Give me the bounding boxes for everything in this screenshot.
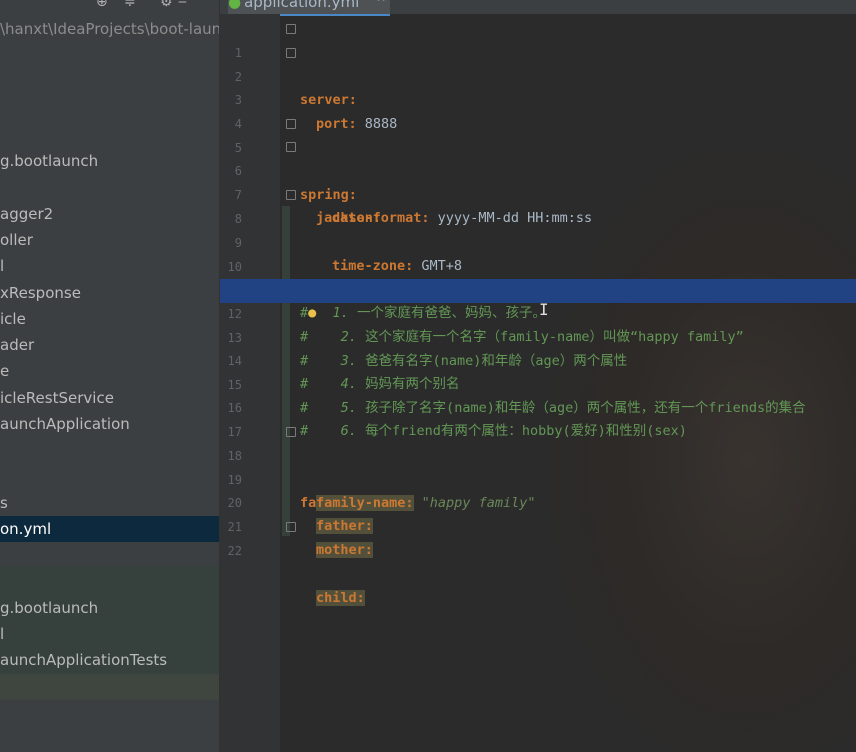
code-line[interactable]: 13 # 3. 爸爸有名字(name)和年龄（age）两个属性 <box>220 303 856 370</box>
tree-item-reader[interactable]: ader <box>0 332 219 358</box>
code-line[interactable]: 6 jackson: <box>220 136 856 226</box>
code-line[interactable]: 14 # 4. 妈妈有两个别名 <box>220 326 856 393</box>
editor[interactable]: ●application.yml ✕ 1 server: 2 port: 888… <box>220 0 856 752</box>
code-line[interactable]: 21 mother: <box>220 492 856 559</box>
tree-item-application-yml[interactable]: on.yml <box>0 516 219 542</box>
fold-icon[interactable] <box>286 522 296 532</box>
hide-icon[interactable]: ‒ <box>178 0 187 10</box>
fold-icon[interactable] <box>286 119 296 129</box>
tree-item-applicationtests[interactable]: aunchApplicationTests <box>0 647 219 673</box>
code-line[interactable]: 10 <box>220 232 856 274</box>
code-line[interactable]: 8 time-zone: GMT+8 <box>220 184 856 274</box>
code-line-selected[interactable]: 12 # 2. 这个家庭有一个名字（family-name）叫做“happy f… <box>220 279 856 345</box>
code-line[interactable]: 7 date-format: yyyy-MM-dd HH:mm:ss <box>220 160 856 227</box>
fold-icon[interactable] <box>286 142 296 152</box>
tree-item-article[interactable]: icle <box>0 306 219 332</box>
project-path: \hanxt\IdeaProjects\boot-laun <box>0 20 220 38</box>
bottom-strip <box>0 674 219 700</box>
code-line[interactable]: 16 # 6. 每个friend有两个属性：hobby(爱好)和性别(sex) <box>220 373 856 440</box>
fold-icon[interactable] <box>286 190 296 200</box>
target-icon[interactable]: ⊕ <box>96 0 108 10</box>
gear-icon[interactable]: ⚙ <box>160 0 173 10</box>
code-line[interactable]: 2 port: 8888 <box>220 42 856 132</box>
code-line[interactable]: 1 server: <box>220 18 856 108</box>
tab-label: application.yml <box>244 0 360 11</box>
code-line[interactable]: 4 <box>220 89 856 131</box>
project-panel: ⊕ ≑ ⚙ ‒ \hanxt\IdeaProjects\boot-laun g.… <box>0 0 220 752</box>
code-line[interactable]: 3 <box>220 65 856 107</box>
tree-item-articlerestservice[interactable]: icleRestService <box>0 385 219 411</box>
collapse-icon[interactable]: ≑ <box>124 0 136 10</box>
tab-bar: ●application.yml ✕ <box>220 0 856 16</box>
code-line[interactable]: 5 spring: <box>220 113 856 203</box>
project-toolbar: ⊕ ≑ ⚙ ‒ <box>0 0 219 12</box>
code-line[interactable]: 11 #● 1. 一个家庭有爸爸、妈妈、孩子。 <box>220 255 856 322</box>
tree-item-bootlaunchapplication[interactable]: aunchApplication <box>0 411 219 437</box>
tree-item-swagger2[interactable]: agger2 <box>0 201 219 227</box>
tree-item-model[interactable]: l <box>0 253 219 279</box>
fold-icon[interactable] <box>286 24 296 34</box>
line-number: 22 <box>227 543 242 558</box>
yaml-key: child: <box>316 589 365 606</box>
tree-item-package[interactable]: g.bootlaunch <box>0 148 219 174</box>
yaml-key: mother: <box>316 542 373 559</box>
code-line[interactable]: 19 family-name: "happy family" <box>220 445 856 512</box>
code-line[interactable]: 22 child: <box>220 516 856 606</box>
code-line[interactable]: 18 family: <box>220 421 856 511</box>
fold-icon[interactable] <box>286 427 296 437</box>
code-line[interactable]: 17 <box>220 397 856 439</box>
tree-item-controller[interactable]: oller <box>0 227 219 253</box>
tree-item-resources[interactable]: s <box>0 490 219 516</box>
fold-icon[interactable] <box>286 48 296 58</box>
code-line[interactable]: 20 father: <box>220 468 856 535</box>
code-line[interactable]: 9 <box>220 208 856 250</box>
tree-item-test-package[interactable]: g.bootlaunch <box>0 595 219 621</box>
tree-item-service[interactable]: e <box>0 358 219 384</box>
yaml-file-icon: ● <box>228 0 242 11</box>
tree-item-test-model[interactable]: l <box>0 621 219 647</box>
tree-item-ajaxresponse[interactable]: xResponse <box>0 280 219 306</box>
code-line[interactable]: 15 # 5. 孩子除了名字(name)和年龄（age）两个属性，还有一个fri… <box>220 350 856 417</box>
text-cursor-icon: I <box>539 300 549 319</box>
